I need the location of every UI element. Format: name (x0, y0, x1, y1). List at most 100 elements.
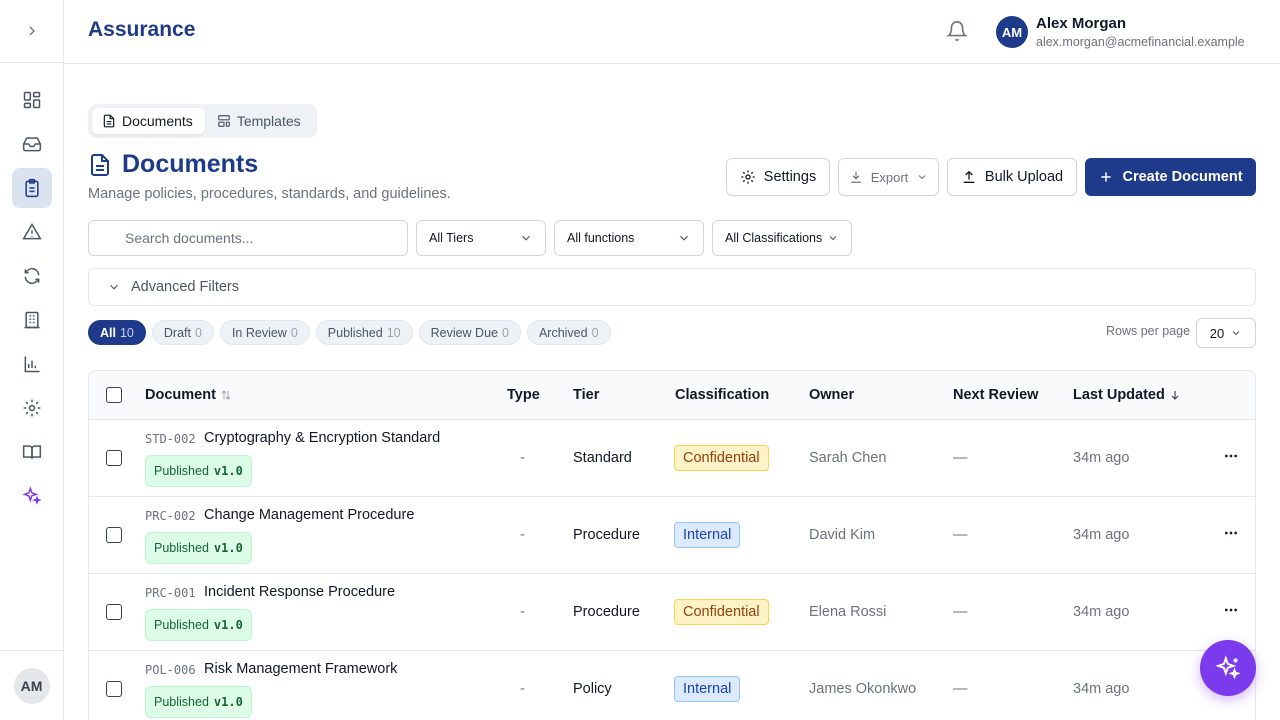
tab-templates[interactable]: Templates (207, 108, 313, 134)
view-tabs: Documents Templates (88, 104, 317, 138)
create-document-button[interactable]: Create Document (1085, 158, 1256, 196)
rail-item-dashboard[interactable] (12, 80, 52, 120)
bar-chart-icon (24, 356, 40, 373)
owner-cell: Sarah Chen (809, 450, 887, 466)
column-label: Last Updated (1073, 387, 1165, 403)
chip-label: Draft (163, 325, 191, 340)
refresh-icon (24, 267, 40, 285)
alert-triangle-icon (22, 223, 42, 240)
select-all-checkbox[interactable] (106, 387, 122, 403)
rail-item-reviews[interactable] (12, 256, 52, 296)
rail-item-documents[interactable] (12, 168, 52, 208)
column-owner[interactable]: Owner (809, 387, 854, 403)
classification-badge: Internal (674, 522, 741, 548)
search-placeholder: Search documents... (125, 230, 254, 246)
row-checkbox[interactable] (106, 450, 122, 466)
clipboard-icon (25, 178, 39, 198)
advanced-filters-label: Advanced Filters (131, 279, 239, 295)
column-classification[interactable]: Classification (675, 387, 769, 403)
tier-cell: Standard (573, 450, 632, 466)
chip-label: Published (327, 325, 383, 340)
tab-label: Documents (122, 113, 193, 129)
row-actions-button[interactable] (1223, 448, 1239, 469)
document-id: STD-002 (145, 432, 196, 446)
last-updated-cell: 34m ago (1073, 681, 1130, 697)
table-row[interactable]: POL-006 Risk Management Framework Publis… (89, 651, 1255, 720)
column-tier[interactable]: Tier (573, 387, 599, 403)
chip-published[interactable]: Published 10 (315, 320, 413, 345)
sparkles-icon (22, 486, 42, 505)
chip-all[interactable]: All 10 (88, 320, 146, 345)
owner-cell: David Kim (809, 527, 876, 543)
chip-label: In Review (231, 325, 287, 340)
search-input[interactable]: Search documents... (88, 220, 408, 256)
rail-item-ai[interactable] (12, 476, 52, 516)
document-id: POL-006 (145, 663, 196, 677)
upload-icon (963, 170, 975, 183)
chip-in-review[interactable]: In Review 0 (219, 320, 310, 345)
rail-item-risks[interactable] (12, 212, 52, 252)
table-row[interactable]: PRC-001 Incident Response Procedure Publ… (89, 574, 1255, 651)
avatar[interactable]: AM (13, 667, 50, 704)
row-actions-button[interactable] (1223, 602, 1239, 623)
row-actions-button[interactable] (1223, 525, 1239, 546)
tier-filter-select[interactable]: All Tiers (416, 220, 546, 256)
chevron-down-icon (1232, 331, 1240, 336)
app-title: Assurance (88, 18, 196, 41)
chip-draft[interactable]: Draft 0 (151, 320, 214, 345)
chevron-down-icon (110, 284, 118, 290)
column-label: Document (145, 387, 216, 403)
sort-icon (221, 390, 231, 400)
chip-count: 0 (194, 325, 202, 340)
rail-item-reports[interactable] (12, 344, 52, 384)
user-avatar[interactable]: AM (996, 16, 1028, 48)
column-next-review[interactable]: Next Review (953, 387, 1038, 403)
document-title[interactable]: Risk Management Framework (204, 661, 397, 677)
rail-item-settings[interactable] (12, 388, 52, 428)
advanced-filters-toggle[interactable]: Advanced Filters (88, 268, 1256, 306)
status-text: Published (154, 464, 209, 478)
document-title[interactable]: Incident Response Procedure (204, 584, 395, 600)
chip-archived[interactable]: Archived 0 (526, 320, 611, 345)
file-text-icon (91, 153, 109, 176)
document-id: PRC-002 (145, 509, 196, 523)
rows-per-page-select[interactable]: 20 (1196, 318, 1256, 348)
row-checkbox[interactable] (106, 681, 122, 697)
classification-filter-select[interactable]: All Classifications (712, 220, 852, 256)
column-last-updated[interactable]: Last Updated (1073, 387, 1181, 403)
rail-item-library[interactable] (12, 432, 52, 472)
bulk-upload-button[interactable]: Bulk Upload (947, 158, 1077, 196)
document-title[interactable]: Change Management Procedure (204, 507, 414, 523)
page-header: Documents (88, 150, 258, 179)
button-label: Settings (763, 169, 817, 185)
chip-review-due[interactable]: Review Due 0 (418, 320, 521, 345)
row-checkbox[interactable] (106, 604, 122, 620)
settings-button[interactable]: Settings (726, 158, 830, 196)
more-horizontal-icon (1225, 608, 1237, 612)
notifications-button[interactable] (946, 20, 970, 44)
chip-count: 10 (386, 325, 401, 340)
chip-count: 10 (119, 325, 134, 340)
type-cell: - (520, 527, 525, 543)
row-checkbox[interactable] (106, 527, 122, 543)
tab-documents[interactable]: Documents (92, 108, 205, 134)
chip-label: Archived (538, 325, 588, 340)
rail-item-vendors[interactable] (12, 300, 52, 340)
document-title[interactable]: Cryptography & Encryption Standard (204, 430, 440, 446)
column-type[interactable]: Type (507, 387, 540, 403)
status-text: Published (154, 541, 209, 555)
building-icon (24, 311, 40, 329)
rail-item-inbox[interactable] (12, 124, 52, 164)
column-document[interactable]: Document (145, 387, 232, 403)
export-button[interactable]: Export (838, 158, 939, 196)
chip-label: All (100, 325, 116, 340)
ai-assistant-button[interactable] (1200, 640, 1256, 696)
table-row[interactable]: PRC-002 Change Management Procedure Publ… (89, 497, 1255, 574)
function-filter-select[interactable]: All functions (554, 220, 704, 256)
select-value: All functions (567, 231, 635, 245)
table-row[interactable]: STD-002 Cryptography & Encryption Standa… (89, 420, 1255, 497)
expand-sidebar-button[interactable] (0, 0, 63, 63)
button-label: Export (870, 169, 909, 185)
chip-count: 0 (290, 325, 298, 340)
file-text-icon (103, 114, 115, 128)
